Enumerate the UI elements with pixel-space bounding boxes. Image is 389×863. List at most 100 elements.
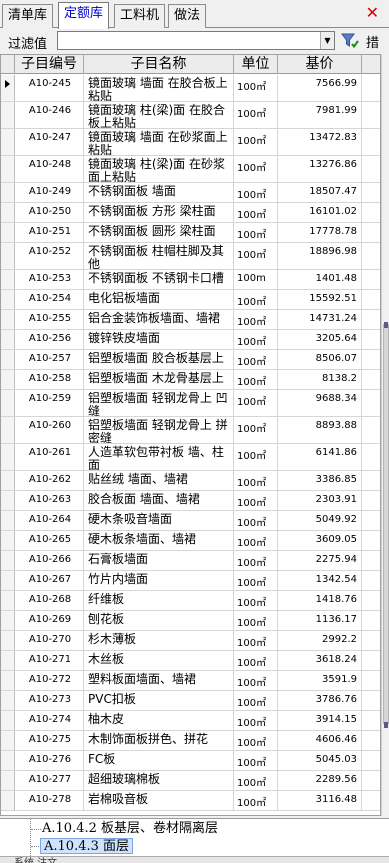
row-selector[interactable] [1,611,15,630]
cell-name: 刨花板 [84,611,234,630]
row-selector[interactable] [1,591,15,610]
row-selector[interactable] [1,511,15,530]
table-row[interactable]: A10-272 塑料板面墙面、墙裙 100㎡ 3591.9 [1,671,380,691]
table-row[interactable]: A10-256 镀锌铁皮墙面 100㎡ 3205.64 [1,330,380,350]
table-row[interactable]: A10-262 贴丝绒 墙面、墙裙 100㎡ 3386.85 [1,471,380,491]
cell-price: 3609.05 [278,531,362,550]
chevron-down-icon[interactable]: ▼ [320,32,334,49]
table-row[interactable]: A10-261 人造革软包带衬板 墙、柱面 100㎡ 6141.86 [1,444,380,471]
tab-bill-library[interactable]: 清单库 [2,4,54,28]
table-row[interactable]: A10-263 胶合板面 墙面、墙裙 100㎡ 2303.91 [1,491,380,511]
row-selector[interactable] [1,350,15,369]
row-selector[interactable] [1,651,15,670]
row-selector[interactable] [1,129,15,155]
row-selector[interactable] [1,751,15,770]
row-selector[interactable] [1,270,15,289]
table-row[interactable]: A10-258 铝塑板墙面 木龙骨基层上 100㎡ 8138.2 [1,370,380,390]
cell-price: 2275.94 [278,551,362,570]
table-row[interactable]: A10-278 岩棉吸音板 100㎡ 3116.48 [1,791,380,811]
table-row[interactable]: A10-259 铝塑板墙面 轻钢龙骨上 凹缝 100㎡ 9688.34 [1,390,380,417]
table-row[interactable]: A10-265 硬木板条墙面、墙裙 100㎡ 3609.05 [1,531,380,551]
row-selector[interactable] [1,691,15,710]
table-row[interactable]: A10-264 硬木条吸音墙面 100㎡ 5049.92 [1,511,380,531]
row-selector[interactable] [1,731,15,750]
row-selector[interactable] [1,390,15,416]
table-row[interactable]: A10-268 纤维板 100㎡ 1418.76 [1,591,380,611]
cell-price: 3205.64 [278,330,362,349]
column-header-code[interactable]: 子目编号 [15,55,84,74]
row-selector[interactable] [1,243,15,269]
vertical-scrollbar[interactable] [381,54,389,816]
table-row[interactable]: A10-254 电化铝板墙面 100㎡ 15592.51 [1,290,380,310]
cell-price: 14731.24 [278,310,362,329]
table-row[interactable]: A10-269 刨花板 100㎡ 1136.17 [1,611,380,631]
cell-name: 不锈钢面板 圆形 梁柱面 [84,223,234,242]
table-row[interactable]: A10-255 铝合金装饰板墙面、墙裙 100㎡ 14731.24 [1,310,380,330]
row-selector[interactable] [1,417,15,443]
table-row[interactable]: A10-271 木丝板 100㎡ 3618.24 [1,651,380,671]
cell-unit: 100㎡ [234,390,278,416]
row-selector[interactable] [1,551,15,570]
filter-funnel-icon[interactable] [341,32,359,50]
table-row[interactable]: A10-248 镜面玻璃 柱(梁)面 在砂浆面上粘贴 100㎡ 13276.86 [1,156,380,183]
tree-item-surface-layer[interactable]: A.10.4.3 面层 [40,838,134,854]
table-row[interactable]: A10-246 镜面玻璃 柱(梁)面 在胶合板上粘贴 100㎡ 7981.99 [1,102,380,129]
row-selector[interactable] [1,203,15,222]
row-selector[interactable] [1,75,15,101]
table-row[interactable]: A10-274 柚木皮 100㎡ 3914.15 [1,711,380,731]
row-selector[interactable] [1,330,15,349]
table-row[interactable]: A10-257 铝塑板墙面 胶合板基层上 100㎡ 8506.07 [1,350,380,370]
column-header-name[interactable]: 子目名称 [84,55,234,74]
cell-name: PVC扣板 [84,691,234,710]
table-row[interactable]: A10-245 镜面玻璃 墙面 在胶合板上粘贴 100㎡ 7566.99 [1,75,380,102]
row-selector[interactable] [1,711,15,730]
row-selector[interactable] [1,102,15,128]
table-row[interactable]: A10-252 不锈钢面板 柱帽柱脚及其他 100㎡ 18896.98 [1,243,380,270]
close-icon[interactable]: ✕ [366,4,379,22]
cell-unit: 100㎡ [234,531,278,550]
table-row[interactable]: A10-275 木制饰面板拼色、拼花 100㎡ 4606.46 [1,731,380,751]
row-selector[interactable] [1,471,15,490]
tab-method[interactable]: 做法 [168,4,207,28]
table-row[interactable]: A10-273 PVC扣板 100㎡ 3786.76 [1,691,380,711]
column-header-unit[interactable]: 单位 [234,55,278,74]
cell-name: 镜面玻璃 墙面 在砂浆面上粘贴 [84,129,234,155]
row-selector[interactable] [1,791,15,810]
table-row[interactable]: A10-267 竹片内墙面 100㎡ 1342.54 [1,571,380,591]
tree-item-base-layer[interactable]: A.10.4.2 板基层、卷材隔离层 [42,821,218,837]
filter-input[interactable] [57,31,335,50]
table-row[interactable]: A10-260 铝塑板墙面 轻钢龙骨上 拼密缝 100㎡ 8893.88 [1,417,380,444]
column-header-price[interactable]: 基价 [278,55,362,74]
table-row[interactable]: A10-270 杉木薄板 100㎡ 2992.2 [1,631,380,651]
row-selector[interactable] [1,444,15,470]
tab-labor-material-machine[interactable]: 工料机 [114,4,166,28]
cell-code: A10-266 [15,551,84,570]
bottom-tab-label[interactable]: 系统 注文 [14,854,57,863]
row-selector[interactable] [1,531,15,550]
row-selector[interactable] [1,290,15,309]
row-selector[interactable] [1,370,15,389]
row-selector[interactable] [1,310,15,329]
table-row[interactable]: A10-251 不锈钢面板 圆形 梁柱面 100㎡ 17778.78 [1,223,380,243]
row-selector[interactable] [1,631,15,650]
table-row[interactable]: A10-250 不锈钢面板 方形 梁柱面 100㎡ 16101.02 [1,203,380,223]
row-indicator-header [1,55,15,74]
row-selector[interactable] [1,771,15,790]
table-row[interactable]: A10-266 石膏板墙面 100㎡ 2275.94 [1,551,380,571]
row-selector[interactable] [1,183,15,202]
table-row[interactable]: A10-277 超细玻璃棉板 100㎡ 2289.56 [1,771,380,791]
table-row[interactable]: A10-247 镜面玻璃 墙面 在砂浆面上粘贴 100㎡ 13472.83 [1,129,380,156]
row-selector[interactable] [1,671,15,690]
table-row[interactable]: A10-253 不锈钢面板 不锈钢卡口槽 100m 1401.48 [1,270,380,290]
row-selector[interactable] [1,571,15,590]
row-selector[interactable] [1,491,15,510]
cell-unit: 100㎡ [234,771,278,790]
table-row[interactable]: A10-276 FC板 100㎡ 5045.03 [1,751,380,771]
measure-button[interactable]: 措 [366,32,389,51]
cell-price: 1401.48 [278,270,362,289]
tab-quota-library[interactable]: 定额库 [58,2,110,29]
row-selector[interactable] [1,223,15,242]
scrollbar-thumb[interactable] [383,324,389,724]
table-row[interactable]: A10-249 不锈钢面板 墙面 100㎡ 18507.47 [1,183,380,203]
row-selector[interactable] [1,156,15,182]
